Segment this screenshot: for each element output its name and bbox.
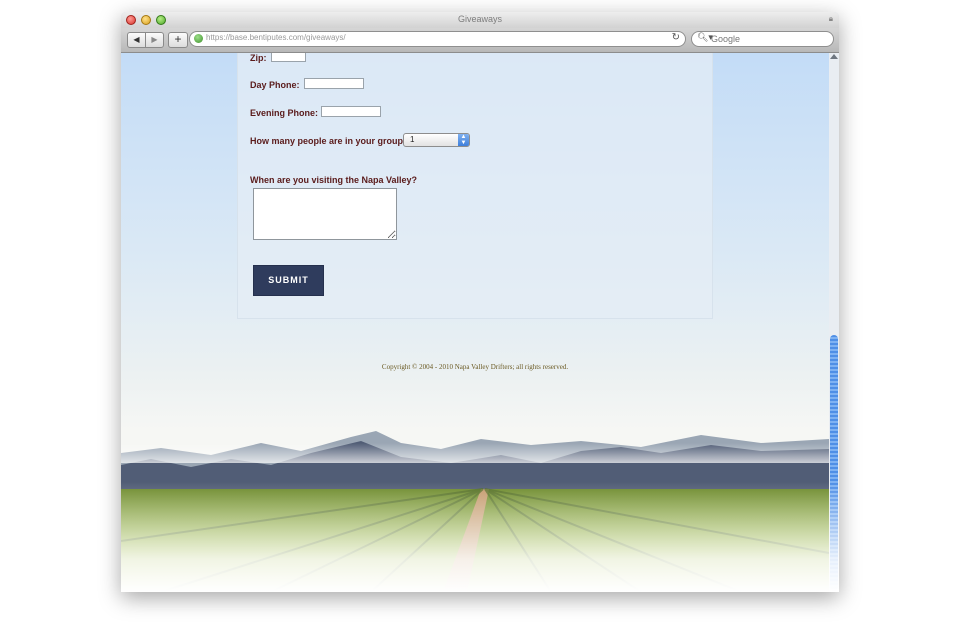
visit-date-textarea[interactable] — [253, 188, 397, 240]
zip-label: Zip: — [250, 53, 267, 63]
back-button[interactable]: ◀ — [127, 32, 146, 48]
copyright-text: Copyright © 2004 - 2010 Napa Valley Drif… — [381, 363, 569, 371]
evening-phone-label: Evening Phone: — [250, 108, 319, 118]
day-phone-input[interactable] — [304, 78, 364, 89]
submit-button[interactable]: SUBMIT — [253, 265, 324, 296]
giveaway-form: Zip: Day Phone: Evening Phone: How many … — [237, 53, 713, 319]
day-phone-label: Day Phone: — [250, 80, 300, 90]
group-size-value: 1 — [410, 135, 415, 144]
browser-window: Giveaways 🔒︎ ◀ ▶ + https://base.bentiput… — [121, 12, 839, 592]
reload-icon[interactable]: ↻ — [672, 32, 680, 43]
scroll-thumb[interactable] — [830, 335, 838, 591]
select-arrows-icon: ▲ ▼ — [458, 134, 469, 146]
lock-icon: 🔒︎ — [828, 14, 833, 23]
page-viewport: Zip: Day Phone: Evening Phone: How many … — [121, 53, 829, 592]
title-bar: Giveaways 🔒︎ — [121, 12, 839, 28]
scroll-up-icon[interactable] — [830, 54, 838, 59]
vineyard-landscape-image — [121, 431, 829, 592]
search-placeholder: Google — [711, 34, 741, 44]
url-text: https://base.bentiputes.com/giveaways/ — [206, 33, 346, 42]
site-favicon-icon — [194, 34, 203, 43]
visit-date-label: When are you visiting the Napa Valley? — [250, 175, 418, 185]
zip-input[interactable] — [271, 53, 306, 62]
group-size-select[interactable]: 1 ▲ ▼ — [403, 133, 470, 147]
evening-phone-input[interactable] — [321, 106, 381, 117]
search-field[interactable]: 🔍︎▾ Google — [691, 31, 834, 47]
address-bar[interactable]: https://base.bentiputes.com/giveaways/ ↻ — [189, 31, 686, 47]
forward-button[interactable]: ▶ — [145, 32, 164, 48]
vertical-scrollbar[interactable] — [829, 53, 839, 592]
browser-toolbar: ◀ ▶ + https://base.bentiputes.com/giveaw… — [121, 28, 839, 53]
add-bookmark-button[interactable]: + — [168, 32, 188, 48]
group-size-label: How many people are in your group? — [250, 136, 409, 146]
window-title: Giveaways — [457, 14, 502, 24]
